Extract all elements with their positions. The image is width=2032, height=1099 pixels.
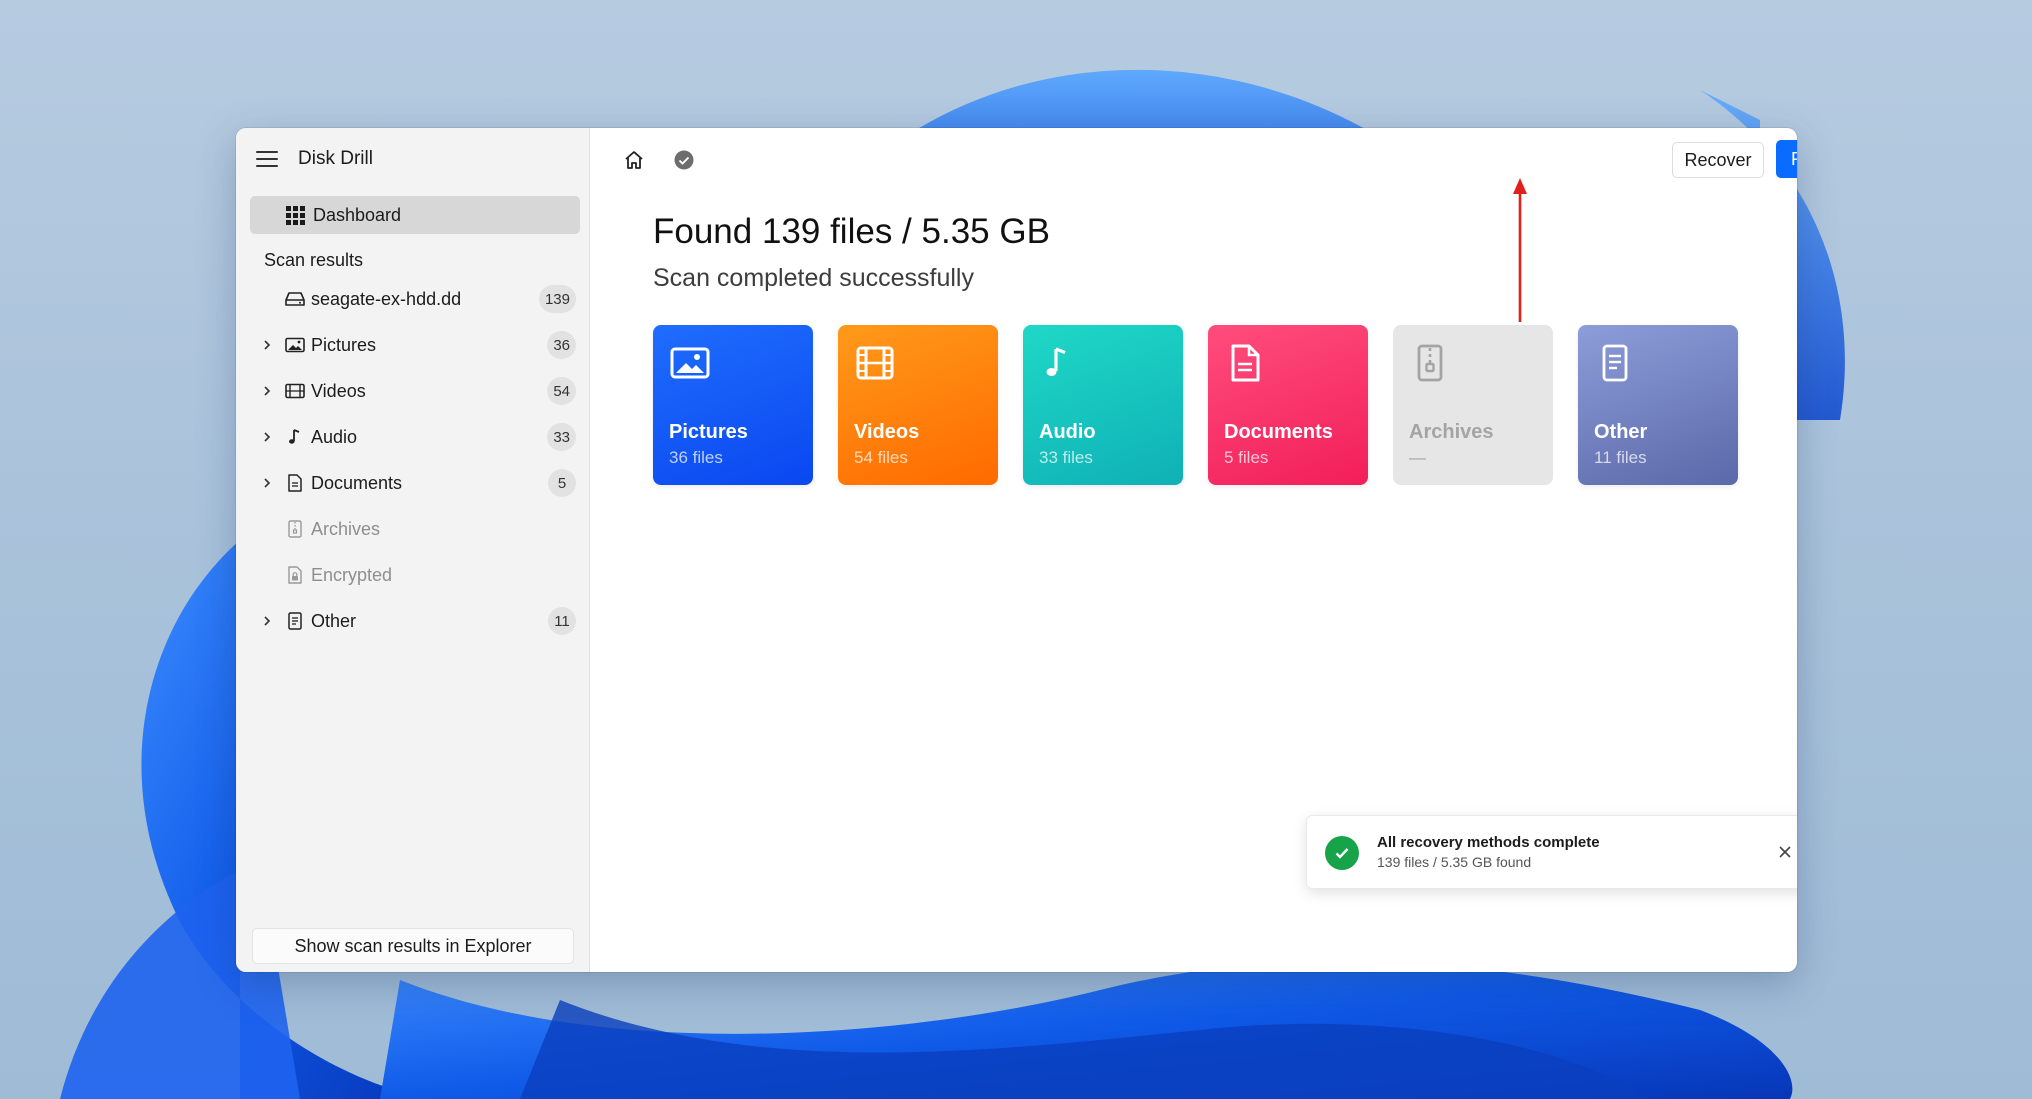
encrypted-file-icon [284,565,306,585]
card-audio[interactable]: Audio 33 files [1023,325,1183,485]
success-check-icon [1325,836,1359,870]
card-file-count: 33 files [1039,448,1093,467]
home-icon[interactable] [622,148,646,172]
sidebar-item-label: Other [311,610,357,631]
card-file-count: — [1409,448,1426,467]
toast-close-icon[interactable] [1773,840,1797,864]
card-other[interactable]: Other 11 files [1578,325,1738,485]
chevron-right-icon[interactable] [260,476,274,490]
count-badge: 11 [548,607,576,635]
recover-button[interactable]: Recover [1672,142,1764,178]
recovery-complete-toast: All recovery methods complete 139 files … [1306,815,1797,889]
count-badge: 139 [538,285,576,313]
sidebar-item-label: Audio [311,426,358,447]
grid-icon [286,205,305,225]
sidebar-item-label: seagate-ex-hdd.dd [311,288,462,309]
category-cards: Pictures 36 files Videos 54 files Audio … [653,325,1738,485]
sidebar-item-label: Archives [311,518,381,539]
card-title: Pictures [669,421,748,443]
disk-drill-window: Disk Drill Dashboard Scan results seagat… [236,128,1797,972]
card-title: Archives [1409,421,1494,443]
sidebar-item-videos[interactable]: Videos 54 [236,368,590,414]
sidebar-item-documents[interactable]: Documents 5 [236,460,590,506]
sidebar-item-dashboard[interactable]: Dashboard [250,196,580,234]
other-file-icon [1602,344,1628,382]
music-note-icon [284,427,306,447]
page-title: Found 139 files / 5.35 GB [653,212,1050,251]
card-file-count: 5 files [1224,448,1269,467]
document-icon [1231,344,1260,382]
card-videos[interactable]: Videos 54 files [838,325,998,485]
card-title: Other [1594,421,1648,443]
chevron-right-icon[interactable] [260,338,274,352]
main-content: Recover Review found items Found 139 fil… [590,128,1797,972]
review-found-items-button[interactable]: Review found items [1776,140,1797,178]
scan-results-list: seagate-ex-hdd.dd 139 Pictures 36 Videos… [236,276,590,644]
chevron-right-icon[interactable] [260,614,274,628]
sidebar: Disk Drill Dashboard Scan results seagat… [236,128,590,972]
sidebar-item-encrypted[interactable]: Encrypted [236,552,590,598]
sidebar-item-pictures[interactable]: Pictures 36 [236,322,590,368]
count-badge: 54 [547,377,576,405]
sidebar-item-label: Videos [311,380,366,401]
card-pictures[interactable]: Pictures 36 files [653,325,813,485]
card-documents[interactable]: Documents 5 files [1208,325,1368,485]
chevron-right-icon[interactable] [260,430,274,444]
sidebar-item-label: Encrypted [311,564,393,585]
scan-complete-check-icon[interactable] [672,148,696,172]
sidebar-item-drive[interactable]: seagate-ex-hdd.dd 139 [236,276,590,322]
section-label-scan-results: Scan results [264,250,364,270]
drive-icon [284,289,306,309]
count-badge: 33 [547,423,576,451]
app-title: Disk Drill [298,148,373,169]
sidebar-item-archives[interactable]: Archives [236,506,590,552]
picture-icon [284,335,306,355]
card-file-count: 36 files [669,448,723,467]
show-in-explorer-button[interactable]: Show scan results in Explorer [252,928,574,964]
document-icon [284,473,306,493]
sidebar-header: Disk Drill [236,128,589,190]
toast-subtitle: 139 files / 5.35 GB found [1377,854,1532,870]
archive-icon [284,519,306,539]
chevron-right-icon[interactable] [260,384,274,398]
card-file-count: 54 files [854,448,908,467]
hamburger-menu-icon[interactable] [256,151,278,167]
other-file-icon [284,611,306,631]
picture-icon [670,347,710,379]
card-file-count: 11 files [1594,448,1647,467]
film-icon [856,346,894,380]
archive-icon [1417,344,1443,382]
sidebar-item-label: Documents [311,472,403,493]
card-archives[interactable]: Archives — [1393,325,1553,485]
toast-title: All recovery methods complete [1377,834,1600,851]
scan-status-text: Scan completed successfully [653,264,974,292]
sidebar-item-label: Dashboard [313,204,402,225]
sidebar-item-other[interactable]: Other 11 [236,598,590,644]
card-title: Videos [854,421,920,443]
sidebar-item-label: Pictures [311,334,377,355]
sidebar-item-audio[interactable]: Audio 33 [236,414,590,460]
music-note-icon [1046,347,1066,376]
card-title: Documents [1224,421,1333,443]
count-badge: 5 [548,469,576,497]
annotation-arrow [1513,178,1527,322]
film-icon [284,381,306,401]
card-title: Audio [1039,421,1096,443]
count-badge: 36 [547,331,576,359]
